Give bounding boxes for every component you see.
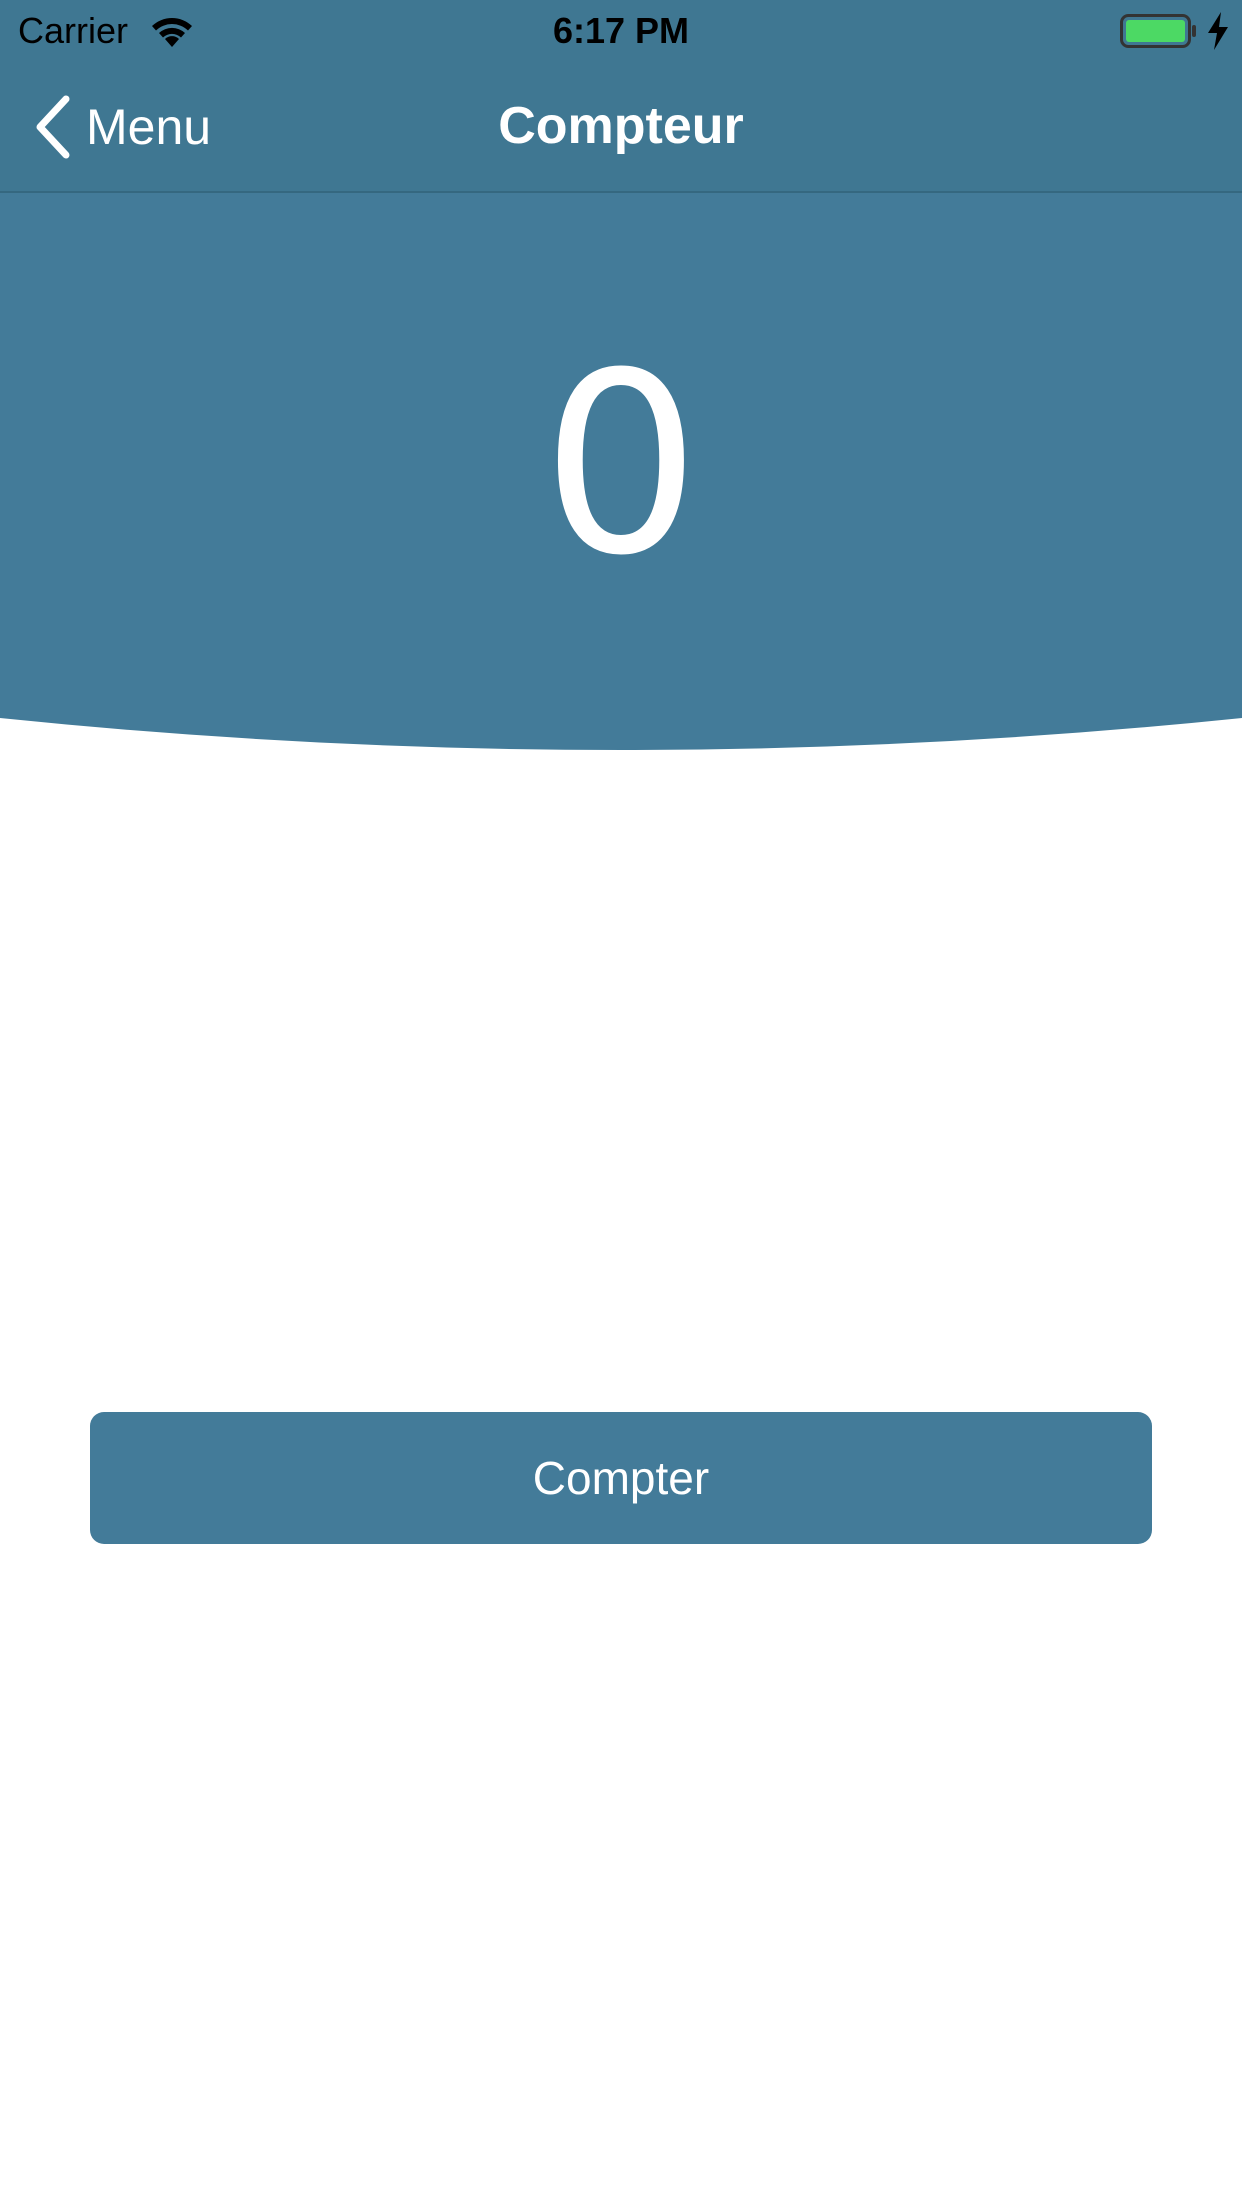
counter-screen: Carrier 6:17 PM Menu Compteur 0 Compter	[0, 0, 1242, 2208]
page-title: Compteur	[498, 97, 744, 155]
bolt-icon	[1208, 12, 1228, 50]
battery-level-fill	[1126, 20, 1185, 42]
status-bar: Carrier 6:17 PM	[0, 0, 1242, 60]
nav-bar: Menu Compteur	[0, 62, 1242, 192]
nav-divider	[0, 191, 1242, 193]
count-button[interactable]: Compter	[90, 1412, 1152, 1544]
counter-value: 0	[541, 319, 701, 610]
battery-icon	[1120, 14, 1196, 48]
status-time: 6:17 PM	[552, 10, 690, 51]
